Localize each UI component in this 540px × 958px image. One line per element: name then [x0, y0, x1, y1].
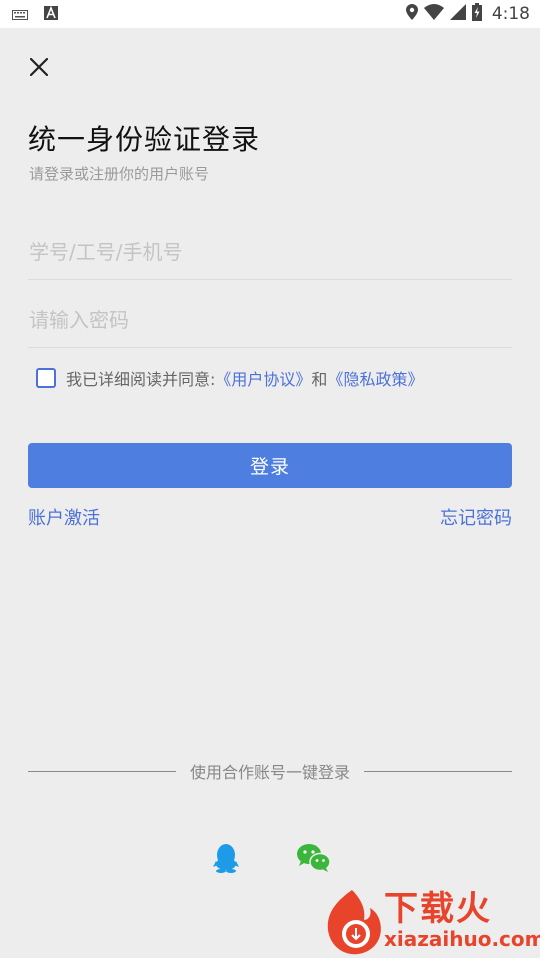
page-subtitle: 请登录或注册你的用户账号 — [29, 165, 210, 183]
password-field-container — [28, 292, 513, 348]
wechat-icon — [297, 844, 331, 872]
keyboard-icon — [12, 5, 28, 24]
battery-icon — [471, 3, 482, 25]
font-a-icon — [44, 5, 58, 24]
signal-icon — [449, 4, 466, 24]
activate-account-link[interactable]: 账户激活 — [28, 504, 100, 530]
agreement-checkbox[interactable] — [36, 368, 56, 388]
flame-logo-icon — [327, 890, 381, 955]
divider-line-left — [28, 770, 176, 772]
qq-login-button[interactable] — [206, 840, 246, 876]
agreement-conjunction: 和 — [311, 370, 328, 389]
divider-line-right — [364, 770, 513, 772]
status-bar: 4:18 — [0, 0, 540, 28]
account-input[interactable] — [28, 224, 513, 279]
agreement-row: 我已详细阅读并同意: 《用户协议》 和 《隐私政策》 — [36, 366, 423, 390]
privacy-policy-link[interactable]: 《隐私政策》 — [327, 366, 423, 390]
watermark: 下载火 xiazaihuo.com — [318, 886, 540, 958]
login-button[interactable]: 登录 — [28, 443, 512, 488]
agreement-prefix: 我已详细阅读并同意: — [66, 370, 216, 389]
user-agreement-link[interactable]: 《用户协议》 — [215, 366, 311, 390]
qq-icon — [213, 844, 239, 873]
forgot-password-link[interactable]: 忘记密码 — [440, 504, 512, 530]
close-button[interactable] — [26, 54, 52, 80]
page-title: 统一身份验证登录 — [28, 123, 261, 156]
status-time: 4:18 — [491, 4, 530, 24]
location-icon — [405, 4, 418, 24]
close-icon — [30, 58, 48, 76]
password-input[interactable] — [28, 292, 513, 347]
account-field-container — [28, 224, 513, 280]
wechat-login-button[interactable] — [294, 840, 334, 876]
partner-login-label: 使用合作账号一键登录 — [190, 763, 351, 782]
partner-login-divider: 使用合作账号一键登录 — [28, 760, 513, 782]
watermark-cn: 下载火 — [384, 889, 492, 929]
watermark-en: xiazaihuo.com — [384, 927, 540, 951]
login-screen: 4:18 统一身份验证登录 请登录或注册你的用户账号 我已详细阅读并同意: 《用… — [0, 0, 540, 958]
wifi-icon — [423, 4, 444, 24]
